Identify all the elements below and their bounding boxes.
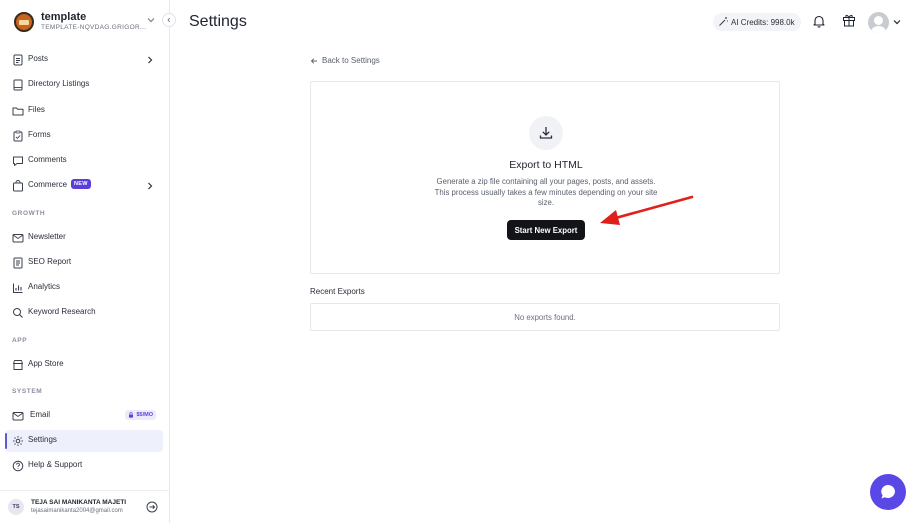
- sidebar-item-help-support[interactable]: Help & Support: [5, 455, 163, 477]
- sidebar-item-label: Settings: [28, 435, 57, 444]
- sidebar-item-comments[interactable]: Comments: [5, 150, 163, 172]
- ai-credits-label: AI Credits: 998.0k: [731, 17, 795, 27]
- search-icon: [13, 308, 23, 318]
- user-name: TEJA SAI MANIKANTA MAJETI: [31, 499, 127, 506]
- sidebar-item-label: Newsletter: [28, 232, 66, 241]
- sidebar-item-label: Help & Support: [28, 460, 83, 469]
- empty-state-text: No exports found.: [514, 312, 576, 322]
- comment-icon: [13, 156, 23, 166]
- chat-widget-button[interactable]: [870, 474, 906, 510]
- back-link-label: Back to Settings: [322, 56, 380, 65]
- sidebar-item-files[interactable]: Files: [5, 100, 163, 122]
- gear-icon: [13, 436, 23, 446]
- chevron-down-icon[interactable]: [892, 18, 902, 26]
- user-avatar-menu[interactable]: [868, 12, 889, 33]
- sidebar-item-commerce[interactable]: Commerce NEW: [5, 175, 163, 197]
- sidebar-item-label: Forms: [28, 130, 51, 139]
- folder-icon: [12, 107, 24, 116]
- sidebar-item-label: Files: [28, 105, 45, 114]
- sidebar-item-label: SEO Report: [28, 257, 72, 266]
- sidebar-item-app-store[interactable]: App Store: [5, 354, 163, 376]
- user-profile[interactable]: TS TEJA SAI MANIKANTA MAJETI tejasaimani…: [0, 490, 170, 523]
- avatar: TS: [8, 499, 24, 515]
- download-icon: [539, 127, 553, 139]
- mail-icon: [12, 412, 24, 421]
- chevron-right-icon: [148, 56, 153, 64]
- sidebar-item-keyword-research[interactable]: Keyword Research: [5, 302, 163, 324]
- export-title: Export to HTML: [509, 159, 583, 171]
- sidebar-item-label: Email: [30, 410, 51, 419]
- bar-chart-icon: [13, 283, 23, 293]
- lock-icon: [129, 412, 134, 418]
- sidebar-item-seo-report[interactable]: SEO Report: [5, 252, 163, 274]
- recent-exports-list: No exports found.: [310, 303, 780, 331]
- price-badge: $5/MO: [125, 410, 156, 420]
- sidebar-item-label: Analytics: [28, 282, 61, 291]
- sidebar-item-newsletter[interactable]: Newsletter: [5, 227, 163, 249]
- workspace-switcher[interactable]: template TEMPLATE-NQVDAG.GRIGOR...: [14, 11, 164, 35]
- workspace-name: template: [41, 11, 87, 23]
- ai-credits-badge[interactable]: AI Credits: 998.0k: [713, 13, 801, 31]
- chevron-left-icon: [167, 17, 171, 23]
- section-label-app: APP: [12, 337, 28, 344]
- section-label-growth: GROWTH: [12, 210, 46, 217]
- clipboard-check-icon: [13, 130, 23, 142]
- chat-bubble-icon: [881, 485, 895, 499]
- sidebar-item-label: Commerce: [28, 180, 68, 189]
- help-icon: [12, 460, 24, 472]
- new-badge: NEW: [71, 179, 91, 189]
- sidebar-item-posts[interactable]: Posts: [5, 49, 163, 71]
- page-title: Settings: [189, 13, 247, 30]
- sidebar-item-settings[interactable]: Settings: [5, 430, 163, 452]
- chevron-down-icon: [147, 18, 155, 23]
- sidebar: template TEMPLATE-NQVDAG.GRIGOR... Posts…: [0, 0, 170, 523]
- arrow-left-icon: [310, 57, 317, 64]
- mail-icon: [12, 234, 24, 243]
- store-icon: [13, 360, 23, 370]
- shopping-bag-icon: [13, 180, 23, 192]
- sidebar-item-label: Comments: [28, 155, 67, 164]
- book-icon: [13, 79, 23, 91]
- bell-icon[interactable]: [812, 14, 826, 28]
- sidebar-item-forms[interactable]: Forms: [5, 125, 163, 147]
- sidebar-item-analytics[interactable]: Analytics: [5, 277, 163, 299]
- price-badge-label: $5/MO: [136, 412, 153, 418]
- user-email: tejasaimanikanta2004@gmail.com: [31, 508, 123, 514]
- recent-exports-title: Recent Exports: [310, 287, 365, 296]
- sidebar-item-directory-listings[interactable]: Directory Listings: [5, 74, 163, 96]
- gift-icon[interactable]: [842, 13, 856, 27]
- sidebar-item-label: App Store: [28, 359, 64, 368]
- sidebar-item-label: Keyword Research: [28, 307, 96, 316]
- logout-icon[interactable]: [146, 501, 158, 513]
- section-label-system: SYSTEM: [12, 388, 43, 395]
- report-icon: [13, 257, 23, 269]
- start-new-export-button[interactable]: Start New Export: [507, 220, 585, 240]
- download-icon-circle: [529, 116, 563, 150]
- back-to-settings-link[interactable]: Back to Settings: [310, 56, 380, 65]
- chevron-right-icon: [148, 182, 153, 190]
- document-icon: [13, 54, 23, 66]
- sidebar-item-label: Directory Listings: [28, 79, 90, 88]
- workspace-logo: [14, 12, 34, 32]
- export-card: Export to HTML Generate a zip file conta…: [310, 81, 780, 274]
- workspace-subtitle: TEMPLATE-NQVDAG.GRIGOR...: [41, 24, 147, 31]
- sidebar-item-email[interactable]: Email $5/MO: [5, 405, 163, 427]
- magic-wand-icon: [719, 17, 728, 26]
- collapse-sidebar-button[interactable]: [162, 13, 176, 27]
- sidebar-item-label: Posts: [28, 54, 49, 63]
- annotation-arrow-icon: [600, 195, 694, 225]
